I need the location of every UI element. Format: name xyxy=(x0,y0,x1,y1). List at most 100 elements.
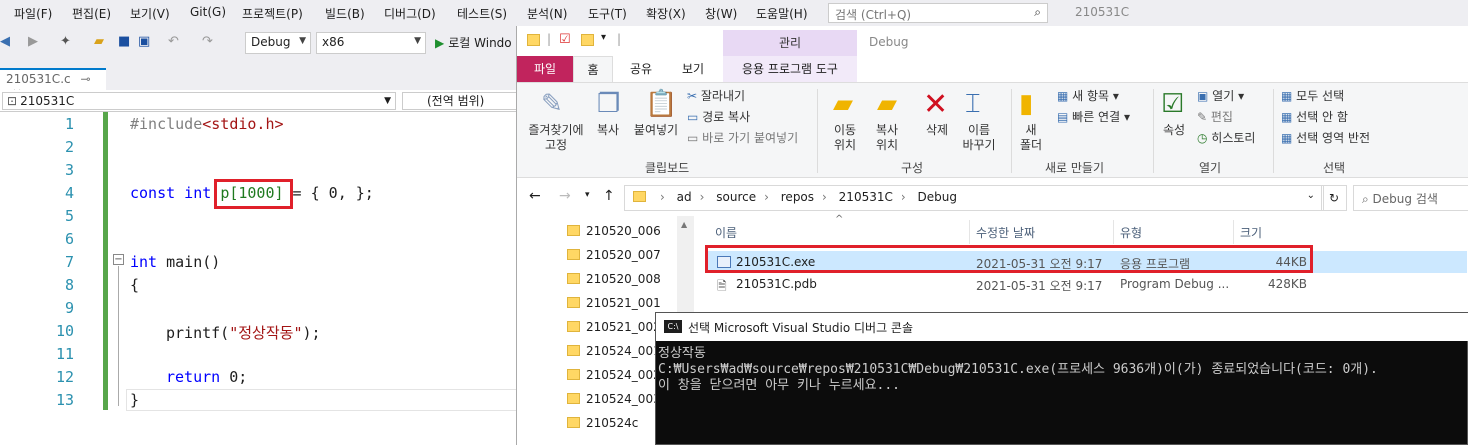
debug-console-window[interactable]: C:\ 선택 Microsoft Visual Studio 디버그 콘솔 정상… xyxy=(655,312,1468,445)
new-folder-icon[interactable] xyxy=(581,34,594,46)
back-arrow-icon[interactable]: ← xyxy=(529,188,541,204)
file-row-pdb[interactable]: 🗎 210531C.pdb 2021-05-31 오전 9:17 Program… xyxy=(707,273,1467,295)
cut-button[interactable]: ✂ 잘라내기 xyxy=(687,89,745,104)
separator: | xyxy=(617,32,622,46)
move-to-button[interactable]: 이동 위치 xyxy=(825,123,865,153)
rename-button[interactable]: 이름 바꾸기 xyxy=(957,123,1001,153)
save-all-icon[interactable]: ▣ xyxy=(138,34,150,49)
group-separator xyxy=(817,89,818,173)
configuration-select[interactable]: Debug ▼ xyxy=(245,32,311,54)
copy-button[interactable]: 복사 xyxy=(593,123,623,138)
properties-icon: ☑ xyxy=(1161,89,1185,119)
copy-path-button[interactable]: ▭ 경로 복사 xyxy=(687,110,750,125)
column-header-name[interactable]: 이름 xyxy=(715,224,737,241)
paste-shortcut-button[interactable]: ▭ 바로 가기 붙여넣기 xyxy=(687,131,798,146)
copy-to-button[interactable]: 복사 위치 xyxy=(867,123,907,153)
tree-folder[interactable]: 210524c xyxy=(567,416,638,430)
menu-help[interactable]: 도움말(H) xyxy=(756,5,808,22)
select-all-button[interactable]: ▦ 모두 선택 xyxy=(1281,89,1344,104)
tree-folder[interactable]: 210520_008 xyxy=(567,272,661,286)
tab-share[interactable]: 공유 xyxy=(630,60,652,77)
menu-analyze[interactable]: 분석(N) xyxy=(527,5,567,22)
explorer-search-input[interactable]: ⌕ Debug 검색 xyxy=(1353,185,1468,211)
pin-icon[interactable]: ⊸ xyxy=(80,72,90,86)
folder-icon xyxy=(567,249,580,260)
forward-arrow-icon[interactable]: → xyxy=(559,188,571,204)
tree-folder[interactable]: 210524_003 xyxy=(567,392,661,406)
refresh-icon[interactable]: ↻ xyxy=(1321,185,1347,211)
breadcrumb-item[interactable]: 210531C xyxy=(839,190,893,204)
up-arrow-icon[interactable]: ↑ xyxy=(603,188,615,204)
properties-button[interactable]: 속성 xyxy=(1157,123,1191,138)
properties-check-icon[interactable]: ☑ xyxy=(559,32,571,47)
breadcrumb-item[interactable]: repos xyxy=(781,190,814,204)
paste-icon: 📋 xyxy=(645,89,678,119)
tree-folder[interactable]: 210524_002 xyxy=(567,368,661,382)
run-button[interactable]: ▶ 로컬 Windo xyxy=(435,34,512,51)
menu-tools[interactable]: 도구(T) xyxy=(588,5,627,22)
file-size: 428KB xyxy=(1267,277,1307,291)
column-header-modified[interactable]: 수정한 날짜 xyxy=(976,224,1035,241)
save-icon[interactable]: ■ xyxy=(118,34,130,49)
vs-search-input[interactable]: 검색 (Ctrl+Q) ⌕ xyxy=(828,3,1048,23)
scope-dropdown[interactable]: (전역 범위) xyxy=(402,92,520,110)
code-editor[interactable]: 1 2 3 4 5 6 7 8 9 10 11 12 13 #include<s… xyxy=(0,112,520,445)
tab-file[interactable]: 파일 xyxy=(517,56,573,82)
column-header-type[interactable]: 유형 xyxy=(1120,224,1142,241)
collapse-icon[interactable]: − xyxy=(113,254,124,265)
tree-folder[interactable]: 210520_006 xyxy=(567,224,661,238)
menu-build[interactable]: 빌드(B) xyxy=(325,5,365,22)
open-icon: ▣ xyxy=(1197,89,1213,103)
column-header-size[interactable]: 크기 xyxy=(1240,224,1262,241)
select-none-button[interactable]: ▦ 선택 안 함 xyxy=(1281,110,1348,125)
menu-file[interactable]: 파일(F) xyxy=(14,5,52,22)
open-button[interactable]: ▣ 열기 ▾ xyxy=(1197,89,1244,104)
back-icon[interactable]: ◀ xyxy=(0,34,10,49)
pin-to-quick-access-button[interactable]: 즐겨찾기에 고정 xyxy=(521,123,591,153)
menu-project[interactable]: 프로젝트(P) xyxy=(242,5,303,22)
forward-icon[interactable]: ▶ xyxy=(28,34,38,49)
tree-folder[interactable]: 210524_001 xyxy=(567,344,661,358)
project-dropdown[interactable]: ⊡ 210531C ▼ xyxy=(2,92,396,110)
menu-test[interactable]: 테스트(S) xyxy=(457,5,507,22)
new-project-icon[interactable]: ✦ xyxy=(60,34,71,49)
menu-extensions[interactable]: 확장(X) xyxy=(646,5,686,22)
customize-qat-icon[interactable]: ▾ xyxy=(601,32,606,43)
folder-icon xyxy=(567,369,580,380)
redo-icon[interactable]: ↷ xyxy=(202,34,213,49)
edit-button[interactable]: ✎ 편집 xyxy=(1197,110,1233,125)
new-folder-button[interactable]: 새 폴더 xyxy=(1013,123,1049,153)
menu-git[interactable]: Git(G) xyxy=(190,5,226,19)
scroll-up-icon[interactable]: ▲ xyxy=(681,220,687,229)
tab-app-tools[interactable]: 응용 프로그램 도구 xyxy=(723,56,857,82)
menu-edit[interactable]: 편집(E) xyxy=(72,5,111,22)
tree-folder[interactable]: 210521_001 xyxy=(567,296,661,310)
tab-home[interactable]: 홈 xyxy=(573,56,613,83)
vs-toolbar: ◀ ▶ ✦ ▰ ■ ▣ ↶ ↷ Debug ▼ x86 ▼ ▶ 로컬 Windo xyxy=(0,28,520,58)
tree-folder[interactable]: 210520_007 xyxy=(567,248,661,262)
invert-selection-button[interactable]: ▦ 선택 영역 반전 xyxy=(1281,131,1370,146)
folder-icon xyxy=(567,321,580,332)
breadcrumb-item[interactable]: source xyxy=(716,190,756,204)
change-margin xyxy=(103,112,108,410)
address-input[interactable]: › ad › source › repos › 210531C › Debug ⌄ xyxy=(624,185,1324,211)
menu-view[interactable]: 보기(V) xyxy=(130,5,170,22)
tab-view[interactable]: 보기 xyxy=(682,60,704,77)
undo-icon[interactable]: ↶ xyxy=(168,34,179,49)
paste-button[interactable]: 붙여넣기 xyxy=(631,123,681,138)
menu-window[interactable]: 창(W) xyxy=(705,5,737,22)
chevron-down-icon[interactable]: ⌄ xyxy=(1307,190,1315,201)
tree-folder[interactable]: 210521_002 xyxy=(567,320,661,334)
platform-select[interactable]: x86 ▼ xyxy=(316,32,426,54)
folder-icon xyxy=(567,345,580,356)
history-button[interactable]: ◷ 히스토리 xyxy=(1197,131,1255,146)
recent-locations-icon[interactable]: ▾ xyxy=(585,190,590,200)
easy-access-button[interactable]: ▤ 빠른 연결 ▾ xyxy=(1057,110,1130,125)
menu-debug[interactable]: 디버그(D) xyxy=(384,5,436,22)
breadcrumb-item[interactable]: ad xyxy=(677,190,692,204)
new-item-button[interactable]: ▦ 새 항목 ▾ xyxy=(1057,89,1119,104)
editor-tab[interactable]: 210531C.c ⊸ × xyxy=(0,68,106,100)
breadcrumb-item[interactable]: Debug xyxy=(918,190,957,204)
delete-button[interactable]: 삭제 xyxy=(919,123,955,138)
open-folder-icon[interactable]: ▰ xyxy=(94,34,104,49)
